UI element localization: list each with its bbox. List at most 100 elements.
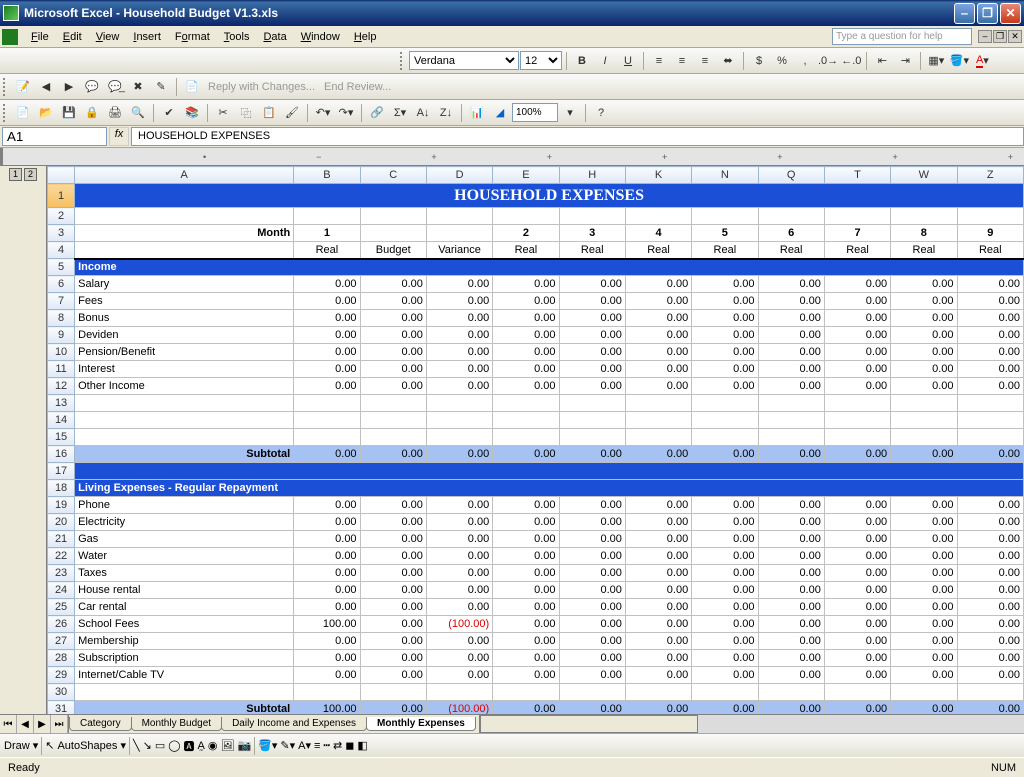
cell[interactable]: 0.00 xyxy=(891,327,957,344)
row-header[interactable]: 17 xyxy=(48,463,75,480)
cell[interactable]: 0.00 xyxy=(692,327,758,344)
cell[interactable]: 0.00 xyxy=(758,582,824,599)
cell[interactable]: 0.00 xyxy=(891,667,957,684)
cell[interactable]: Real xyxy=(559,242,625,259)
cell[interactable]: 0.00 xyxy=(824,565,890,582)
cell[interactable]: 0.00 xyxy=(692,361,758,378)
scrollbar-thumb[interactable] xyxy=(480,715,698,733)
cell[interactable] xyxy=(75,463,1024,480)
cell[interactable]: 0.00 xyxy=(758,650,824,667)
cell[interactable]: 4 xyxy=(625,225,691,242)
cell[interactable]: 5 xyxy=(692,225,758,242)
cell[interactable]: 0.00 xyxy=(294,276,360,293)
fill-color-button[interactable]: 🪣▾ xyxy=(948,50,970,72)
cell[interactable] xyxy=(692,412,758,429)
cell[interactable]: 0.00 xyxy=(957,446,1023,463)
cell[interactable]: 0.00 xyxy=(426,276,492,293)
cell[interactable]: 0.00 xyxy=(559,633,625,650)
cell[interactable]: 0.00 xyxy=(360,616,426,633)
cell[interactable]: 0.00 xyxy=(824,514,890,531)
line-style-button[interactable]: ≡ xyxy=(314,740,320,752)
cell[interactable]: 9 xyxy=(957,225,1023,242)
sheet-tab[interactable]: Monthly Expenses xyxy=(366,717,476,731)
print-preview-button[interactable]: 🔍 xyxy=(127,102,149,124)
cell[interactable]: 6 xyxy=(758,225,824,242)
tab-next-button[interactable]: ▶ xyxy=(34,715,51,733)
cell[interactable]: 0.00 xyxy=(493,293,559,310)
restore-button[interactable]: ❐ xyxy=(977,3,998,24)
reply-changes-button[interactable]: Reply with Changes... xyxy=(204,81,319,93)
cell[interactable] xyxy=(426,429,492,446)
cell[interactable]: 0.00 xyxy=(360,378,426,395)
cell[interactable]: 0.00 xyxy=(360,327,426,344)
italic-button[interactable]: I xyxy=(594,50,616,72)
menu-help[interactable]: Help xyxy=(347,29,384,45)
cell[interactable] xyxy=(493,684,559,701)
cell[interactable]: 0.00 xyxy=(625,616,691,633)
cell[interactable] xyxy=(75,395,294,412)
cell[interactable]: 0.00 xyxy=(294,650,360,667)
row-header[interactable]: 25 xyxy=(48,599,75,616)
cell[interactable]: 0.00 xyxy=(824,327,890,344)
cell[interactable]: 0.00 xyxy=(957,310,1023,327)
cell[interactable] xyxy=(559,208,625,225)
cell[interactable] xyxy=(692,208,758,225)
cell[interactable] xyxy=(957,412,1023,429)
cell[interactable]: 0.00 xyxy=(824,276,890,293)
cell[interactable]: 0.00 xyxy=(426,344,492,361)
decrease-decimal-button[interactable]: ←.0 xyxy=(840,50,862,72)
cell[interactable]: 0.00 xyxy=(426,582,492,599)
menu-edit[interactable]: Edit xyxy=(56,29,89,45)
cell[interactable]: Variance xyxy=(426,242,492,259)
cell[interactable]: 0.00 xyxy=(360,650,426,667)
sort-asc-button[interactable]: A↓ xyxy=(412,102,434,124)
cell[interactable] xyxy=(360,225,426,242)
cell[interactable]: 0.00 xyxy=(426,446,492,463)
cell[interactable]: Subscription xyxy=(75,650,294,667)
cell[interactable]: 0.00 xyxy=(692,344,758,361)
zoom-dropdown-button[interactable]: ▾ xyxy=(559,102,581,124)
column-header[interactable]: T xyxy=(824,167,890,184)
cell[interactable]: 0.00 xyxy=(493,650,559,667)
row-header[interactable]: 3 xyxy=(48,225,75,242)
cell[interactable]: 0.00 xyxy=(824,531,890,548)
cell[interactable]: 0.00 xyxy=(692,310,758,327)
column-header[interactable]: E xyxy=(493,167,559,184)
cell[interactable] xyxy=(360,684,426,701)
row-header[interactable]: 8 xyxy=(48,310,75,327)
font-name-select[interactable]: Verdana xyxy=(409,51,519,70)
autosum-button[interactable]: Σ▾ xyxy=(389,102,411,124)
cell[interactable]: 0.00 xyxy=(559,582,625,599)
row-header[interactable]: 9 xyxy=(48,327,75,344)
column-header[interactable]: W xyxy=(891,167,957,184)
row-header[interactable]: 29 xyxy=(48,667,75,684)
cell[interactable]: 0.00 xyxy=(493,565,559,582)
cell[interactable]: 0.00 xyxy=(559,650,625,667)
cell[interactable]: 0.00 xyxy=(559,378,625,395)
cell[interactable] xyxy=(957,429,1023,446)
cell[interactable]: Real xyxy=(625,242,691,259)
cell[interactable]: Month xyxy=(75,225,294,242)
spreadsheet-grid[interactable]: ABCDEHKNQTWZ1HOUSEHOLD EXPENSES23Month12… xyxy=(47,166,1024,714)
cell[interactable]: 0.00 xyxy=(559,701,625,715)
cell[interactable] xyxy=(758,684,824,701)
cell[interactable]: 0.00 xyxy=(957,276,1023,293)
chart-wizard-button[interactable]: 📊 xyxy=(466,102,488,124)
cell[interactable] xyxy=(625,395,691,412)
cell[interactable] xyxy=(493,395,559,412)
cell[interactable]: 0.00 xyxy=(692,293,758,310)
cell[interactable]: 0.00 xyxy=(294,531,360,548)
cell[interactable]: 0.00 xyxy=(426,565,492,582)
shadow-button[interactable]: ◼ xyxy=(345,739,354,752)
cell[interactable]: Interest xyxy=(75,361,294,378)
cell[interactable]: 0.00 xyxy=(493,633,559,650)
ink-button[interactable]: ✎ xyxy=(150,76,172,98)
cell[interactable]: 0.00 xyxy=(957,361,1023,378)
sheet-tab[interactable]: Daily Income and Expenses xyxy=(221,717,367,731)
row-header[interactable]: 16 xyxy=(48,446,75,463)
cell[interactable]: 8 xyxy=(891,225,957,242)
cell[interactable] xyxy=(426,412,492,429)
cell[interactable]: 0.00 xyxy=(360,633,426,650)
cell[interactable]: Salary xyxy=(75,276,294,293)
menu-insert[interactable]: Insert xyxy=(126,29,168,45)
